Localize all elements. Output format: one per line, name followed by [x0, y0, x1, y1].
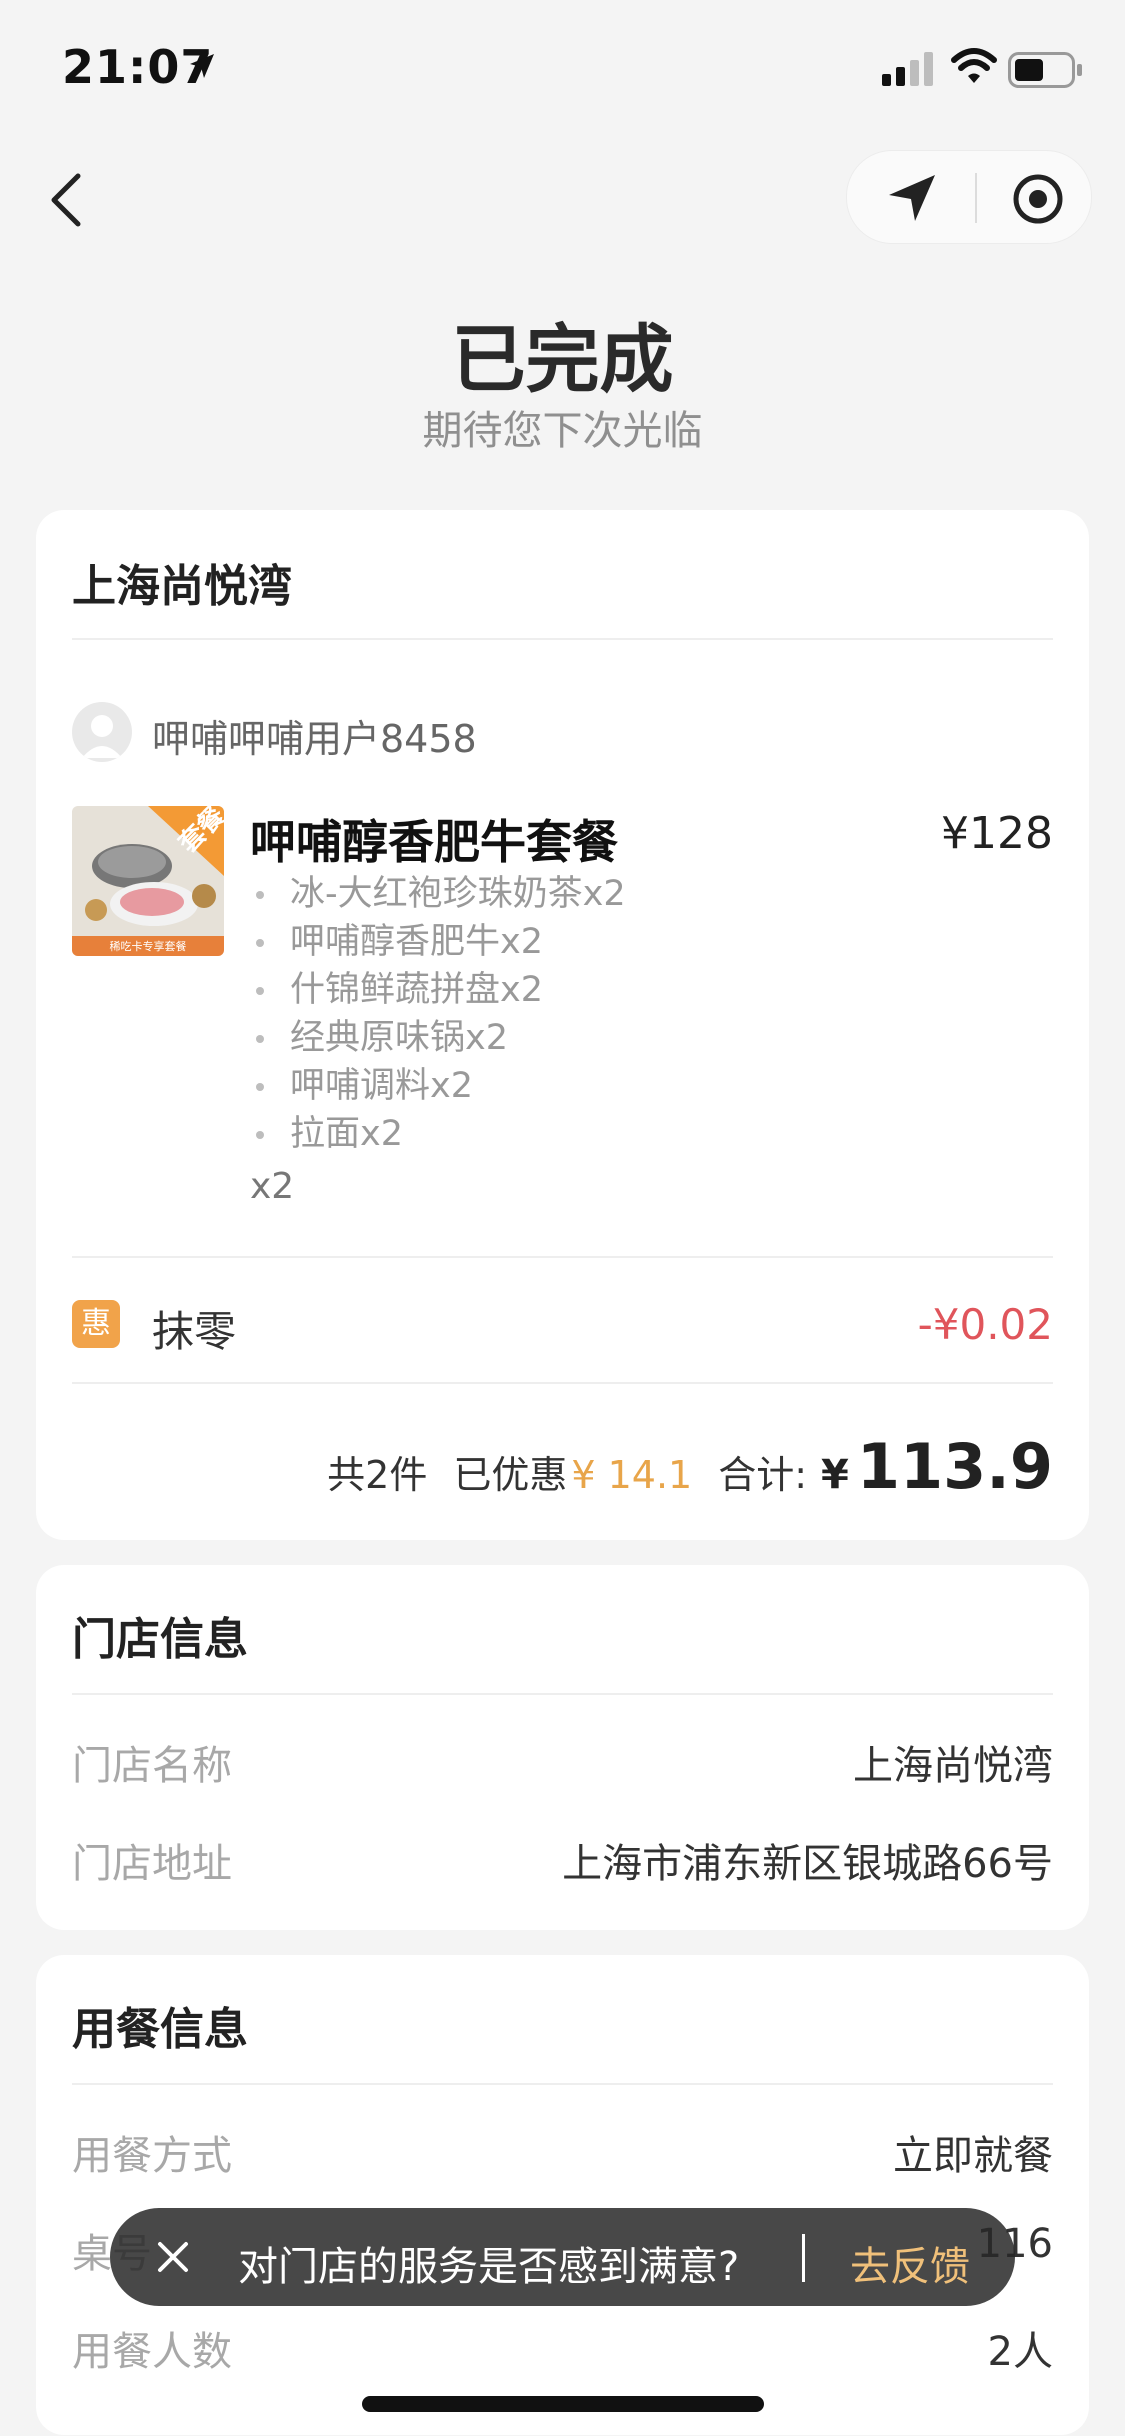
order-card: 上海尚悦湾 呷哺呷哺用户8458 套餐 稀吃卡专享套餐 呷哺醇香肥牛套餐 ¥12… — [36, 510, 1089, 1540]
sub-item-list: 冰-大红袍珍珠奶茶x2 呷哺醇香肥牛x2 什锦鲜蔬拼盘x2 经典原味锅x2 呷哺… — [250, 870, 626, 1158]
total-amount: 113.9 — [856, 1430, 1053, 1503]
back-button[interactable] — [42, 170, 92, 230]
item-name: 呷哺醇香肥牛套餐 — [250, 815, 618, 869]
divider — [72, 638, 1053, 640]
feedback-button[interactable]: 去反馈 — [850, 2234, 970, 2292]
divider — [72, 1382, 1053, 1384]
avatar — [72, 702, 132, 762]
store-address-label: 门店地址 — [72, 1841, 232, 1887]
dining-method-value: 立即就餐 — [893, 2133, 1053, 2179]
diner-count-label: 用餐人数 — [72, 2329, 232, 2375]
mini-program-capsule — [846, 150, 1092, 244]
saved-label: 已优惠 — [453, 1453, 568, 1497]
discount-amount: -¥0.02 — [917, 1300, 1053, 1349]
wifi-icon — [950, 46, 998, 90]
store-address-value: 上海市浦东新区银城路66号 — [562, 1841, 1053, 1887]
feedback-prompt: 对门店的服务是否感到满意? — [238, 2244, 740, 2290]
navigate-icon — [889, 175, 935, 221]
divider — [72, 1693, 1053, 1695]
item-thumbnail: 套餐 稀吃卡专享套餐 — [72, 806, 224, 956]
sub-item: 呷哺醇香肥牛x2 — [250, 918, 626, 966]
store-name-value: 上海尚悦湾 — [853, 1743, 1053, 1789]
feedback-toast: 对门店的服务是否感到满意? 去反馈 — [110, 2208, 1015, 2306]
navigate-button[interactable] — [885, 171, 939, 229]
store-info-title: 门店信息 — [72, 1614, 248, 1665]
order-summary: 共2件 已优惠 ¥ 14.1 合计: ¥113.9 — [327, 1430, 1053, 1503]
home-indicator[interactable] — [362, 2396, 764, 2412]
store-info-card: 门店信息 门店名称 上海尚悦湾 门店地址 上海市浦东新区银城路66号 — [36, 1565, 1089, 1930]
saved-value: ¥ 14.1 — [571, 1453, 693, 1497]
divider — [72, 1256, 1053, 1258]
battery-icon — [1008, 52, 1084, 92]
record-icon — [1013, 174, 1063, 224]
signal-icon — [882, 52, 936, 90]
capsule-divider — [975, 173, 977, 223]
username: 呷哺呷哺用户8458 — [152, 717, 477, 761]
sub-item: 什锦鲜蔬拼盘x2 — [250, 966, 626, 1014]
store-name: 上海尚悦湾 — [72, 561, 292, 612]
dining-info-card: 用餐信息 用餐方式 立即就餐 桌号 116 用餐人数 2人 — [36, 1955, 1089, 2435]
record-button[interactable] — [1012, 173, 1064, 229]
page-subtitle: 期待您下次光临 — [422, 408, 703, 454]
sub-item: 经典原味锅x2 — [250, 1014, 626, 1062]
item-price: ¥128 — [941, 808, 1053, 859]
total-currency: ¥ — [821, 1452, 849, 1498]
dining-method-label: 用餐方式 — [72, 2133, 232, 2179]
sub-item: 拉面x2 — [250, 1110, 626, 1158]
item-count: 共2件 — [327, 1453, 428, 1497]
status-bar: 21:07 — [0, 0, 1125, 130]
discount-label: 抹零 — [152, 1307, 237, 1356]
store-name-label: 门店名称 — [72, 1743, 232, 1789]
divider — [72, 2083, 1053, 2085]
page-title: 已完成 — [451, 317, 674, 403]
discount-badge: 惠 — [72, 1300, 120, 1348]
thumb-caption: 稀吃卡专享套餐 — [110, 939, 187, 953]
dining-info-title: 用餐信息 — [72, 2004, 248, 2055]
total-label: 合计: — [718, 1453, 808, 1497]
sub-item: 冰-大红袍珍珠奶茶x2 — [250, 870, 626, 918]
close-icon — [158, 2242, 188, 2272]
location-arrow-icon — [188, 52, 216, 84]
close-button[interactable] — [152, 2236, 194, 2282]
back-icon — [51, 173, 81, 227]
item-quantity: x2 — [250, 1166, 295, 1207]
toast-divider — [802, 2234, 805, 2282]
diner-count-value: 2人 — [987, 2329, 1053, 2375]
user-icon — [82, 715, 122, 758]
sub-item: 呷哺调料x2 — [250, 1062, 626, 1110]
